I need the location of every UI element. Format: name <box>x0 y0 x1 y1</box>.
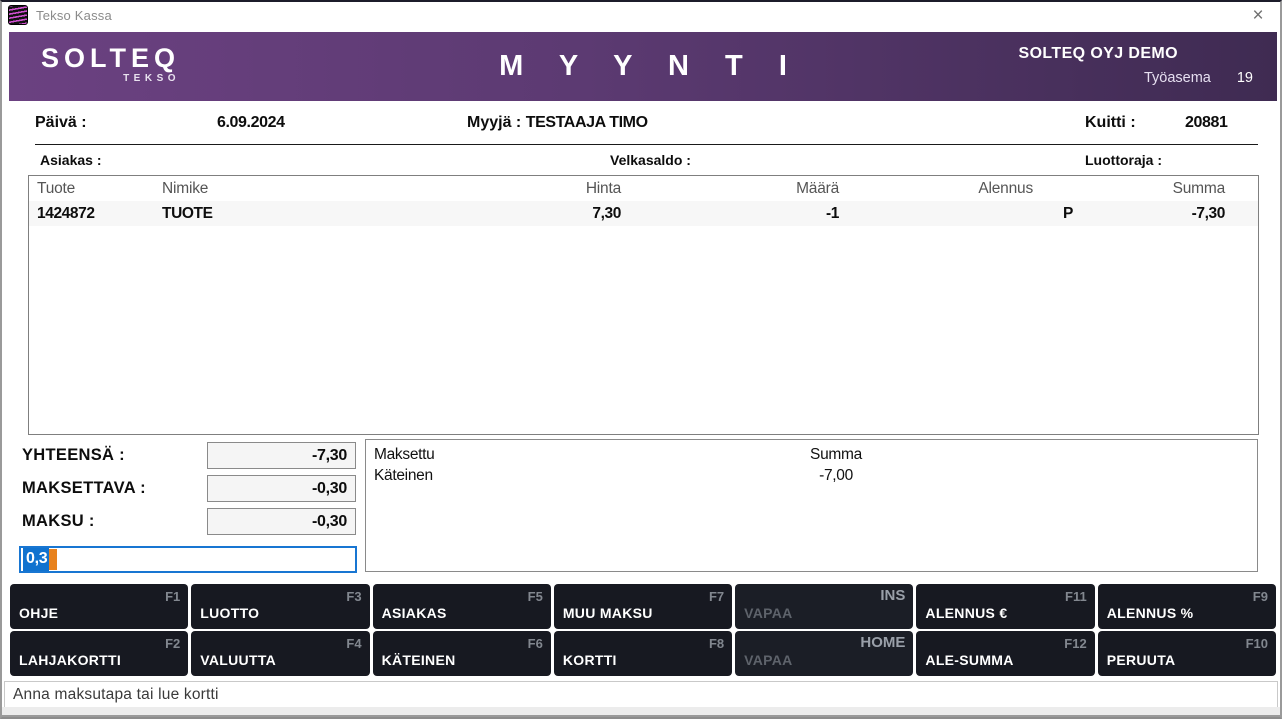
fkey-valuutta[interactable]: VALUUTTA F4 <box>191 631 369 676</box>
app-logo-icon <box>8 5 28 25</box>
col-header-product: Tuote <box>37 176 75 201</box>
payable-value: -0,30 <box>207 475 356 502</box>
items-table: Tuote Nimike Hinta Määrä Alennus Summa 1… <box>28 175 1259 435</box>
receipt-number: 20881 <box>1185 114 1228 132</box>
selected-input-text: 0,3 <box>23 548 49 571</box>
window-title: Tekso Kassa <box>36 8 112 23</box>
receipt-label: Kuitti : <box>1085 114 1136 132</box>
main-header: SOLTEQ TEKSO M Y Y N T I SOLTEQ OYJ DEMO… <box>9 32 1277 101</box>
row-product-name: TUOTE <box>162 201 213 226</box>
header-divider <box>35 144 1258 145</box>
payment-label: MAKSU : <box>22 512 95 531</box>
col-header-quantity: Määrä <box>729 176 839 201</box>
col-header-price: Hinta <box>529 176 621 201</box>
sum-header: Summa <box>786 444 886 465</box>
date-value: 6.09.2024 <box>217 114 285 132</box>
fkey-kateinen[interactable]: KÄTEINEN F6 <box>373 631 551 676</box>
workstation-number: 19 <box>1237 70 1253 86</box>
col-header-name: Nimike <box>162 176 208 201</box>
fkey-ale-summa[interactable]: ALE-SUMMA F12 <box>916 631 1094 676</box>
seller-label: Myyjä : <box>467 114 521 131</box>
fkey-alennus-pct[interactable]: ALENNUS % F9 <box>1098 584 1276 629</box>
payment-sum: -7,00 <box>786 465 886 486</box>
fkey-alennus-euro[interactable]: ALENNUS € F11 <box>916 584 1094 629</box>
payment-row: Käteinen -7,00 <box>366 465 1257 486</box>
fkeys-row-1: OHJE F1 LUOTTO F3 ASIAKAS F5 MUU MAKSU F… <box>10 584 1276 629</box>
row-price: 7,30 <box>529 201 621 226</box>
items-table-header: Tuote Nimike Hinta Määrä Alennus Summa <box>29 176 1258 201</box>
date-label: Päivä : <box>35 114 87 132</box>
fkey-vapaa-ins: VAPAA INS <box>735 584 913 629</box>
fkey-peruuta[interactable]: PERUUTA F10 <box>1098 631 1276 676</box>
workstation-info: Työasema 19 <box>1144 70 1253 86</box>
fkey-luotto[interactable]: LUOTTO F3 <box>191 584 369 629</box>
payments-header-row: Maksettu Summa <box>366 444 1257 465</box>
fkey-lahjakortti[interactable]: LAHJAKORTTI F2 <box>10 631 188 676</box>
payment-value: -0,30 <box>207 508 356 535</box>
seller-field: Myyjä : TESTAAJA TIMO <box>467 114 648 132</box>
seller-value: TESTAAJA TIMO <box>526 114 648 131</box>
app-window: Tekso Kassa × SOLTEQ TEKSO M Y Y N T I S… <box>0 0 1282 719</box>
close-icon[interactable]: × <box>1246 4 1270 28</box>
fkey-asiakas[interactable]: ASIAKAS F5 <box>373 584 551 629</box>
fkey-vapaa-home: VAPAA HOME <box>735 631 913 676</box>
row-sum: -7,30 <box>1119 201 1225 226</box>
status-message: Anna maksutapa tai lue kortti <box>4 681 1278 709</box>
row-discount: P <box>909 201 1073 226</box>
payment-amount-input[interactable]: 0,3 <box>19 546 357 573</box>
total-value: -7,30 <box>207 442 356 469</box>
col-header-sum: Summa <box>1119 176 1225 201</box>
payment-method: Käteinen <box>374 465 433 486</box>
row-quantity: -1 <box>729 201 839 226</box>
paid-header: Maksettu <box>374 444 435 465</box>
titlebar: Tekso Kassa × <box>2 2 1280 30</box>
bottom-strip <box>2 707 1280 717</box>
debt-balance-label: Velkasaldo : <box>610 152 691 168</box>
customer-label: Asiakas : <box>40 152 101 168</box>
table-row[interactable]: 1424872 TUOTE 7,30 -1 P -7,30 <box>29 201 1258 226</box>
company-name: SOLTEQ OYJ DEMO <box>1019 45 1179 63</box>
workstation-label: Työasema <box>1144 70 1211 86</box>
fkey-kortti[interactable]: KORTTI F8 <box>554 631 732 676</box>
row-product-code: 1424872 <box>37 201 95 226</box>
fkeys-row-2: LAHJAKORTTI F2 VALUUTTA F4 KÄTEINEN F6 K… <box>10 631 1276 676</box>
text-cursor <box>49 549 57 570</box>
payable-label: MAKSETTAVA : <box>22 479 146 498</box>
credit-limit-label: Luottoraja : <box>1085 152 1162 168</box>
fkey-ohje[interactable]: OHJE F1 <box>10 584 188 629</box>
total-label: YHTEENSÄ : <box>22 446 125 465</box>
fkey-muu-maksu[interactable]: MUU MAKSU F7 <box>554 584 732 629</box>
payments-panel: Maksettu Summa Käteinen -7,00 <box>365 439 1258 572</box>
col-header-discount: Alennus <box>909 176 1033 201</box>
